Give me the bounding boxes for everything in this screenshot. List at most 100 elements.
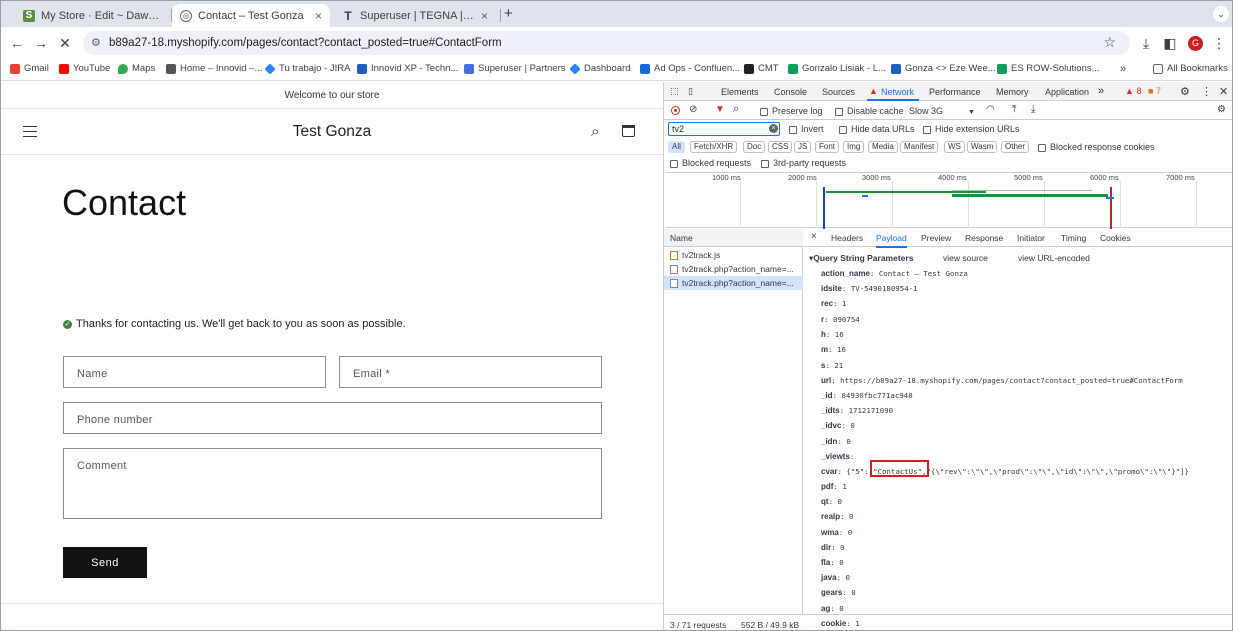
param-row[interactable]: url: https://b89a27-18.myshopify.com/pag… bbox=[821, 376, 1183, 385]
clear-filter-icon[interactable]: × bbox=[769, 124, 778, 133]
type-filter-fetch[interactable]: Fetch/XHR bbox=[690, 141, 738, 153]
send-button[interactable]: Send bbox=[63, 547, 147, 578]
param-row[interactable]: wma: 0 bbox=[821, 528, 852, 537]
param-row[interactable]: _id: 84930fbc771ac948 bbox=[821, 391, 913, 400]
tab-memory[interactable]: Memory bbox=[996, 87, 1029, 97]
tab-network[interactable]: Network bbox=[881, 87, 914, 97]
back-icon[interactable]: ← bbox=[9, 35, 25, 51]
comment-field[interactable]: Comment bbox=[63, 448, 602, 519]
view-url-encoded-link[interactable]: view URL-encoded bbox=[1018, 253, 1090, 263]
request-row-selected[interactable]: tv2track.php?action_name=... bbox=[664, 276, 803, 290]
store-name[interactable]: Test Gonza bbox=[1, 123, 663, 141]
param-row[interactable]: qt: 0 bbox=[821, 497, 842, 506]
hide-data-urls-checkbox[interactable]: Hide data URLs bbox=[839, 124, 915, 134]
hide-extension-urls-checkbox[interactable]: Hide extension URLs bbox=[923, 124, 1020, 134]
param-row[interactable]: _viewts: bbox=[821, 452, 854, 461]
param-row[interactable]: fla: 0 bbox=[821, 558, 844, 567]
phone-field[interactable]: Phone number bbox=[63, 402, 602, 434]
forward-icon[interactable]: → bbox=[33, 35, 49, 51]
tab-application[interactable]: Application bbox=[1045, 87, 1089, 97]
tab-my-store[interactable]: S My Store · Edit ~ Dawn · Shop bbox=[15, 4, 171, 27]
close-tab-icon[interactable]: × bbox=[315, 9, 322, 23]
detail-tab-payload[interactable]: Payload bbox=[876, 233, 907, 248]
bookmark-jira[interactable]: Tu trabajo - JIRA bbox=[264, 62, 350, 75]
name-column-header[interactable]: Name bbox=[664, 229, 803, 247]
download-icon[interactable]: ⤓ bbox=[1138, 35, 1154, 51]
type-filter-ws[interactable]: WS bbox=[944, 141, 965, 153]
param-row[interactable]: rec: 1 bbox=[821, 299, 846, 308]
query-string-section[interactable]: ▾Query String Parameters bbox=[809, 253, 913, 264]
throttle-select[interactable]: Slow 3G ▼ bbox=[909, 106, 975, 116]
param-row[interactable]: java: 0 bbox=[821, 573, 850, 582]
blocked-cookies-checkbox[interactable]: Blocked response cookies bbox=[1038, 142, 1155, 152]
type-filter-css[interactable]: CSS bbox=[768, 141, 793, 153]
warnings-badge[interactable]: ▲ 8 bbox=[1125, 86, 1141, 96]
tab-performance[interactable]: Performance bbox=[929, 87, 981, 97]
param-row[interactable]: idsite: TV-5490180954-1 bbox=[821, 284, 918, 293]
detail-tab-preview[interactable]: Preview bbox=[921, 233, 951, 243]
side-panel-icon[interactable]: ◧ bbox=[1162, 35, 1178, 51]
cart-icon[interactable] bbox=[622, 125, 635, 137]
param-row[interactable]: action_name: Contact – Test Gonza bbox=[821, 269, 968, 278]
third-party-checkbox[interactable]: 3rd-party requests bbox=[761, 158, 846, 168]
settings-gear-icon[interactable]: ⚙ bbox=[1180, 85, 1190, 98]
param-row[interactable]: h: 16 bbox=[821, 330, 844, 339]
bookmark-ad-ops[interactable]: Ad Ops - Confluen... bbox=[640, 63, 740, 74]
bookmark-star-icon[interactable]: ☆ bbox=[1103, 34, 1116, 51]
type-filter-manifest[interactable]: Manifest bbox=[900, 141, 939, 153]
filter-input[interactable]: tv2 bbox=[668, 122, 780, 136]
clear-icon[interactable]: ⊘ bbox=[689, 104, 697, 115]
param-row[interactable]: _idts: 1712171090 bbox=[821, 406, 893, 415]
param-row[interactable]: _idn: 0 bbox=[821, 437, 851, 446]
type-filter-wasm[interactable]: Wasm bbox=[967, 141, 998, 153]
bookmark-dashboard[interactable]: Dashboard bbox=[569, 62, 630, 75]
preserve-log-checkbox[interactable]: Preserve log bbox=[760, 106, 823, 116]
close-devtools-icon[interactable]: ✕ bbox=[1219, 85, 1228, 98]
view-source-link[interactable]: view source bbox=[943, 253, 988, 263]
search-icon[interactable]: ⌕ bbox=[733, 103, 739, 116]
blocked-requests-checkbox[interactable]: Blocked requests bbox=[670, 158, 751, 168]
type-filter-js[interactable]: JS bbox=[794, 141, 812, 153]
bookmark-youtube[interactable]: YouTube bbox=[59, 63, 110, 74]
site-info-icon[interactable]: ⚙ bbox=[91, 36, 101, 49]
stop-icon[interactable]: ✕ bbox=[57, 35, 73, 51]
param-row[interactable]: r: 090754 bbox=[821, 315, 860, 324]
bookmark-gonza-eze[interactable]: Gonza <> Eze Wee... bbox=[891, 63, 996, 74]
tab-contact[interactable]: ◎ Contact – Test Gonza × bbox=[172, 4, 330, 27]
profile-avatar[interactable]: G bbox=[1188, 36, 1203, 51]
tab-superuser[interactable]: T Superuser | TEGNA | Qiyin Te × bbox=[334, 4, 496, 27]
detail-tab-response[interactable]: Response bbox=[965, 233, 1003, 243]
param-row[interactable]: s: 21 bbox=[821, 361, 843, 370]
network-settings-icon[interactable]: ⚙ bbox=[1217, 104, 1226, 115]
search-icon[interactable]: ⌕ bbox=[591, 123, 599, 140]
param-row[interactable]: realp: 0 bbox=[821, 512, 853, 521]
download-har-icon[interactable]: ⤓ bbox=[1031, 104, 1035, 115]
param-row[interactable]: dir: 0 bbox=[821, 543, 845, 552]
bookmark-cmt[interactable]: CMT bbox=[744, 63, 779, 74]
menu-icon[interactable]: ⋮ bbox=[1211, 35, 1227, 51]
detail-tab-cookies[interactable]: Cookies bbox=[1100, 233, 1131, 243]
close-detail-icon[interactable]: × bbox=[811, 231, 817, 242]
type-filter-doc[interactable]: Doc bbox=[743, 141, 766, 153]
bookmark-innovid-xp[interactable]: Innovid XP - Techn... bbox=[357, 63, 458, 74]
bookmark-maps[interactable]: Maps bbox=[118, 63, 155, 74]
disable-cache-checkbox[interactable]: Disable cache bbox=[835, 106, 904, 116]
all-bookmarks[interactable]: All Bookmarks bbox=[1153, 63, 1228, 74]
param-row[interactable]: cookie: 1 bbox=[821, 619, 860, 628]
bookmarks-overflow-icon[interactable]: » bbox=[1120, 63, 1126, 75]
name-field[interactable]: Name bbox=[63, 356, 326, 388]
upload-har-icon[interactable]: ⤒ bbox=[1012, 104, 1016, 115]
type-filter-media[interactable]: Media bbox=[868, 141, 898, 153]
inspect-icon[interactable]: ⬚ bbox=[670, 86, 679, 97]
param-row[interactable]: ag: 0 bbox=[821, 604, 844, 613]
tab-console[interactable]: Console bbox=[774, 87, 807, 97]
bookmark-gonzalo[interactable]: Gonzalo Lisiak - L... bbox=[788, 63, 886, 74]
new-tab-button[interactable]: + bbox=[504, 5, 513, 22]
bookmark-home-innovid[interactable]: Home – Innovid –... bbox=[166, 63, 262, 74]
record-icon[interactable] bbox=[671, 106, 680, 115]
bookmark-gmail[interactable]: Gmail bbox=[10, 63, 49, 74]
detail-tab-headers[interactable]: Headers bbox=[831, 233, 863, 243]
device-toggle-icon[interactable]: ▯ bbox=[688, 86, 693, 97]
type-filter-img[interactable]: Img bbox=[843, 141, 865, 153]
param-row[interactable]: m: 16 bbox=[821, 345, 846, 354]
